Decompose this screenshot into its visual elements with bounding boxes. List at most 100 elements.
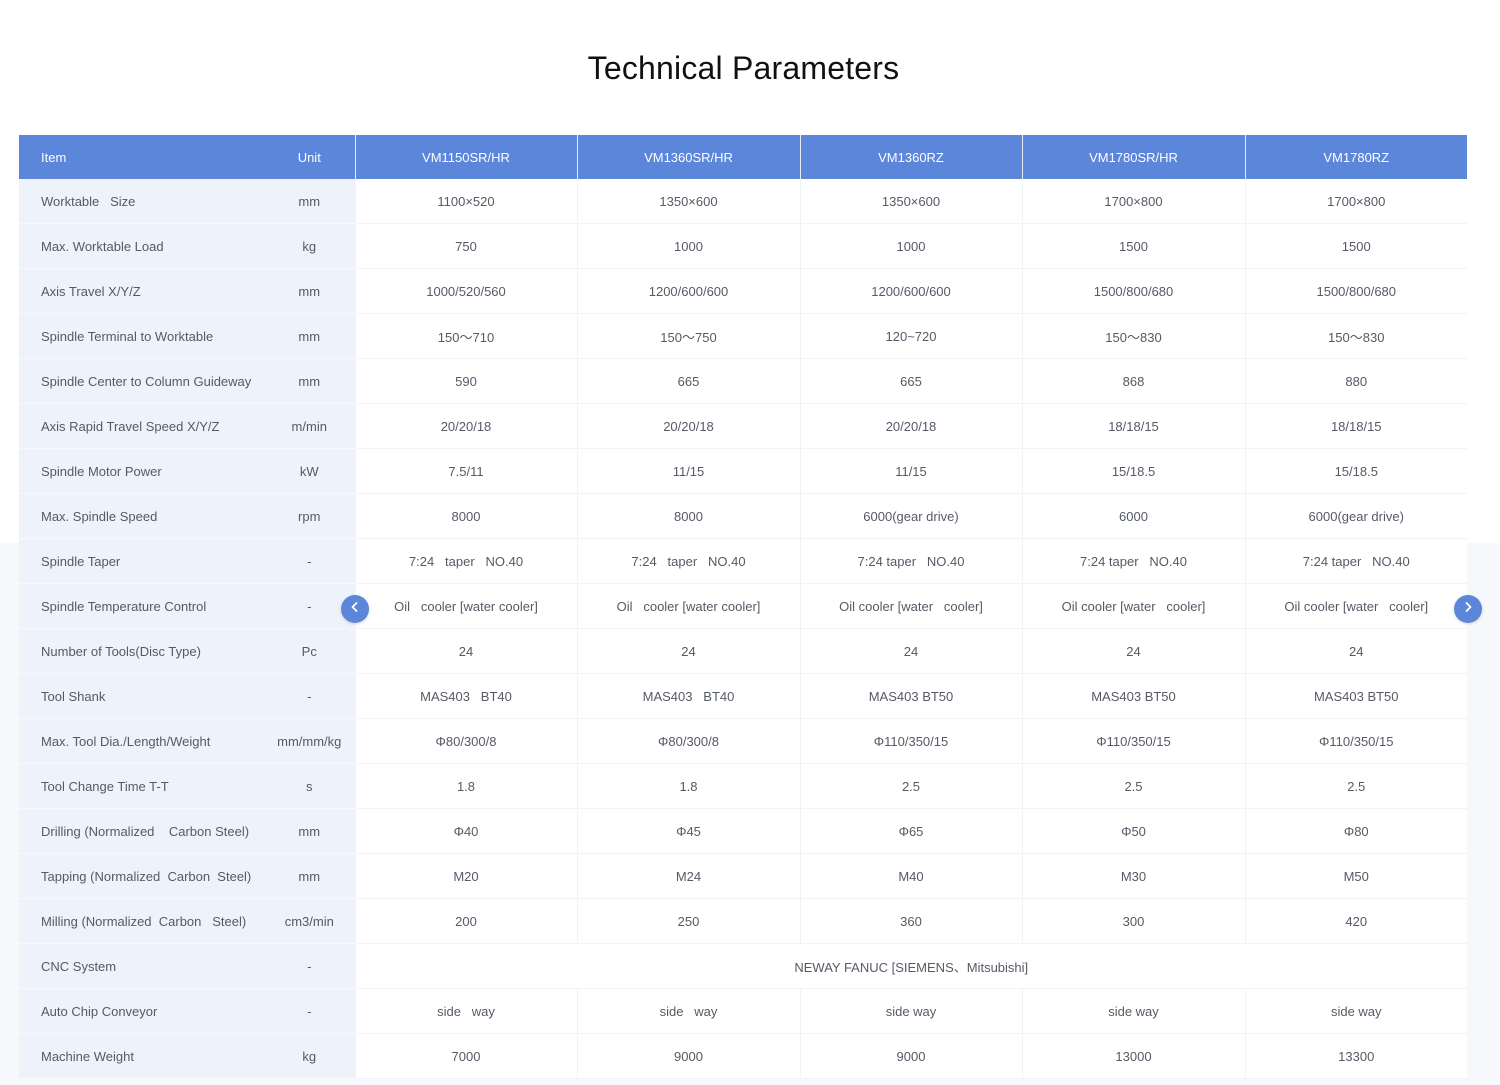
row-value: 9000 [799, 1033, 1022, 1079]
row-value: 8000 [354, 493, 577, 539]
row-item-label: Spindle Temperature Control [19, 583, 264, 629]
row-value: 880 [1244, 358, 1467, 404]
row-unit: - [264, 943, 355, 989]
row-unit: mm [264, 313, 355, 359]
row-value: M20 [354, 853, 577, 899]
row-value: Φ45 [576, 808, 800, 854]
previous-button[interactable] [341, 595, 369, 623]
row-item-label: Milling (Normalized Carbon Steel) [19, 898, 264, 944]
row-value: 1000 [576, 223, 800, 269]
row-value: Φ65 [799, 808, 1022, 854]
row-value: 120~720 [799, 313, 1022, 359]
row-item-label: Spindle Motor Power [19, 448, 264, 494]
row-value: side way [1021, 988, 1245, 1034]
row-value: Oil cooler [water cooler] [1244, 583, 1467, 629]
row-value: 300 [1021, 898, 1245, 944]
row-value: 665 [799, 358, 1022, 404]
row-value: 590 [354, 358, 577, 404]
row-value: 1700×800 [1021, 179, 1245, 224]
row-item-label: Spindle Taper [19, 538, 264, 584]
row-item-label: Tapping (Normalized Carbon Steel) [19, 853, 264, 899]
row-item-label: Max. Tool Dia./Length/Weight [19, 718, 264, 764]
table-row: Number of Tools(Disc Type) Pc 24 24 24 24 24 [19, 628, 1467, 674]
row-value: 24 [354, 628, 577, 674]
row-value: Φ50 [1021, 808, 1245, 854]
row-value: 7:24 taper NO.40 [1244, 538, 1467, 584]
table-row: Spindle Temperature Control - Oil cooler [… [19, 583, 1467, 629]
row-value: Φ110/350/15 [1244, 718, 1467, 764]
row-value: 15/18.5 [1021, 448, 1245, 494]
row-item-label: Worktable Size [19, 179, 264, 224]
row-value: 1500/800/680 [1244, 268, 1467, 314]
row-value: 1350×600 [576, 179, 800, 224]
row-unit: kW [264, 448, 355, 494]
table-row: Axis Travel X/Y/Z mm 1000/520/560 1200/600/… [19, 268, 1467, 314]
row-value: 24 [576, 628, 800, 674]
row-item-label: Machine Weight [19, 1033, 264, 1079]
row-value: MAS403 BT50 [799, 673, 1022, 719]
row-value: 200 [354, 898, 577, 944]
row-value: 7:24 taper NO.40 [1021, 538, 1245, 584]
row-value: 9000 [576, 1033, 800, 1079]
table-row: Tool Shank - MAS403 BT40 MAS403 BT40 MAS403 … [19, 673, 1467, 719]
table-row: Spindle Taper -7:24 taper NO.40 7:24 taper… [19, 538, 1467, 584]
table-row: Axis Rapid Travel Speed X/Y/Z m/min 20/20/… [19, 403, 1467, 449]
page-title: Technical Parameters [587, 50, 900, 86]
row-unit: mm/mm/kg [264, 718, 355, 764]
row-value: 11/15 [799, 448, 1022, 494]
row-value: MAS403 BT40 [576, 673, 800, 719]
table-header-row: Item Unit VM1150SR/HR VM1360SR/HR VM1360… [19, 135, 1467, 179]
row-unit: - [264, 538, 355, 584]
header-unit: Unit [264, 135, 355, 179]
parameters-table-container: Item Unit VM1150SR/HR VM1360SR/HR VM1360… [19, 135, 1467, 1079]
row-value: M50 [1244, 853, 1467, 899]
row-value: 750 [354, 223, 577, 269]
table-row: Spindle Terminal to Worktable mm 150～710 15… [19, 313, 1467, 359]
table-row: Drilling (Normalized Carbon Steel) mm Φ40 Φ… [19, 808, 1467, 854]
row-value: 1500/800/680 [1021, 268, 1245, 314]
row-value: 150～750 [576, 313, 800, 359]
row-item-label: Tool Change Time T-T [19, 763, 264, 809]
row-unit: Pc [264, 628, 355, 674]
header-model: VM1780SR/HR [1021, 135, 1245, 179]
table-row: Max. Worktable Load kg 750 1000 1000 1500 1500 [19, 223, 1467, 269]
row-value: 150～830 [1021, 313, 1245, 359]
header-model: VM1360SR/HR [576, 135, 800, 179]
row-item-label: Axis Travel X/Y/Z [19, 268, 264, 314]
row-value: MAS403 BT50 [1021, 673, 1245, 719]
row-unit: rpm [264, 493, 355, 539]
table-row: Max. Tool Dia./Length/Weight mm/mm/kg Φ80/… [19, 718, 1467, 764]
row-unit: mm [264, 853, 355, 899]
row-value: 18/18/15 [1021, 403, 1245, 449]
row-value: 360 [799, 898, 1022, 944]
row-value: 1500 [1244, 223, 1467, 269]
row-value: 7:24 taper NO.40 [799, 538, 1022, 584]
row-value: 1100×520 [354, 179, 577, 224]
row-value: 2.5 [1244, 763, 1467, 809]
row-value: 1000/520/560 [354, 268, 577, 314]
row-value: M40 [799, 853, 1022, 899]
parameters-table: Item Unit VM1150SR/HR VM1360SR/HR VM1360… [19, 135, 1467, 1079]
row-value: Oil cooler [water cooler] [1021, 583, 1245, 629]
table-row: Tool Change Time T-T s 1.8 1.8 2.5 2.5 2.5 [19, 763, 1467, 809]
table-row: Tapping (Normalized Carbon Steel) mm M20 M2… [19, 853, 1467, 899]
row-value: 24 [799, 628, 1022, 674]
row-value: side way [354, 988, 577, 1034]
row-value: 24 [1021, 628, 1245, 674]
chevron-left-icon [349, 600, 361, 618]
table-row: Machine Weight kg 7000 9000 9000 13000 13300 [19, 1033, 1467, 1079]
next-button[interactable] [1454, 595, 1482, 623]
row-value: 1500 [1021, 223, 1245, 269]
row-value: 15/18.5 [1244, 448, 1467, 494]
row-unit: mm [264, 808, 355, 854]
row-unit: m/min [264, 403, 355, 449]
row-value-span: NEWAY FANUC [SIEMENS、Mitsubishi] [354, 943, 1467, 989]
row-unit: mm [264, 358, 355, 404]
row-value: side way [1244, 988, 1467, 1034]
row-unit: s [264, 763, 355, 809]
row-unit: kg [264, 1033, 355, 1079]
row-item-label: Drilling (Normalized Carbon Steel) [19, 808, 264, 854]
header-model: VM1780RZ [1244, 135, 1467, 179]
header-item: Item [19, 135, 264, 179]
table-body: Worktable Size mm 1100×520 1350×600 1350×600… [19, 179, 1467, 1079]
